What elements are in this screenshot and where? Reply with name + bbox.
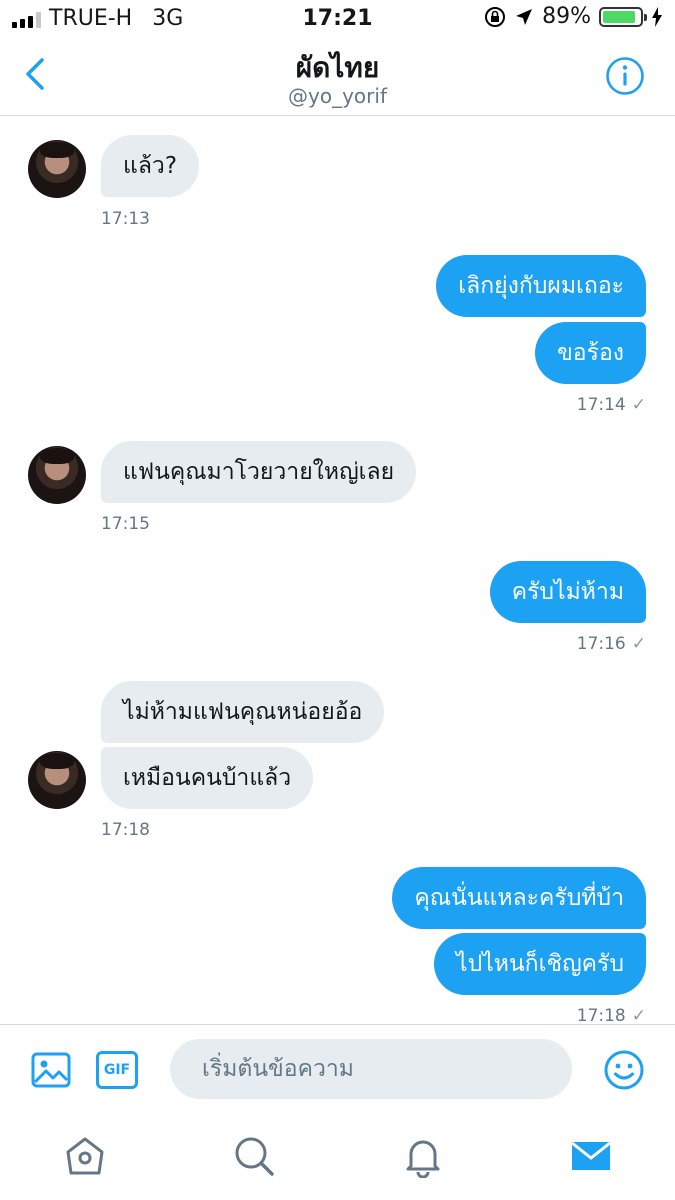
outgoing-message[interactable]: เลิกยุ่งกับผมเถอะ	[436, 255, 646, 317]
message-composer: GIF	[0, 1024, 675, 1114]
battery-icon	[599, 6, 647, 27]
avatar[interactable]	[28, 140, 86, 198]
conversation-handle[interactable]: @yo_yorif	[0, 84, 675, 108]
message-timestamp: 17:18	[101, 820, 150, 840]
avatar[interactable]	[28, 751, 86, 809]
timestamp-text: 17:18	[576, 1006, 626, 1024]
battery-fill	[603, 10, 636, 23]
message-timestamp: 17:15	[101, 514, 150, 534]
read-check-icon: ✓	[631, 1006, 646, 1024]
outgoing-message[interactable]: ครับไม่ห้าม	[489, 561, 646, 623]
message-timestamp: 17:16 ✓	[577, 634, 646, 654]
home-icon[interactable]	[63, 1134, 107, 1178]
message-timestamp: 17:18 ✓	[577, 1006, 646, 1024]
incoming-message[interactable]: ไม่ห้ามแฟนคุณหน่อยอ้อ	[101, 681, 385, 743]
incoming-message[interactable]: แฟนคุณมาโวยวายใหญ่เลย	[101, 441, 417, 503]
notifications-bell-icon[interactable]	[401, 1134, 445, 1178]
read-check-icon: ✓	[631, 395, 646, 415]
outgoing-message[interactable]: คุณนั่นแหละครับที่บ้า	[392, 867, 646, 929]
timestamp-text: 17:16	[576, 634, 626, 654]
battery-percent: 89%	[542, 4, 591, 29]
outgoing-message[interactable]: ขอร้อง	[535, 322, 646, 384]
conversation-header: ผัดไทย @yo_yorif	[0, 38, 675, 116]
image-icon[interactable]	[30, 1049, 72, 1091]
messages-envelope-icon[interactable]	[569, 1134, 613, 1178]
incoming-message[interactable]: แล้ว?	[101, 135, 200, 197]
outgoing-message[interactable]: ไปไหนก็เชิญครับ	[434, 933, 646, 995]
gif-button[interactable]: GIF	[96, 1051, 138, 1089]
message-input[interactable]	[170, 1039, 572, 1099]
timestamp-text: 17:14	[576, 395, 626, 415]
search-icon[interactable]	[232, 1134, 276, 1178]
orientation-lock-icon	[485, 6, 506, 27]
charging-bolt-icon	[652, 6, 662, 27]
avatar[interactable]	[28, 446, 86, 504]
status-bar: TRUE-H 3G 17:21 89%	[0, 0, 675, 38]
message-thread[interactable]: แล้ว? 17:13 เลิกยุ่งกับผมเถอะ ขอร้อง 17:…	[0, 117, 675, 1024]
read-check-icon: ✓	[631, 634, 646, 654]
incoming-message[interactable]: เหมือนคนบ้าแล้ว	[101, 747, 314, 809]
message-timestamp: 17:13	[101, 209, 150, 229]
tab-bar	[0, 1114, 675, 1200]
info-icon[interactable]	[605, 56, 645, 96]
message-timestamp: 17:14 ✓	[577, 395, 646, 415]
location-arrow-icon	[516, 8, 533, 25]
status-right: 89%	[484, 4, 663, 29]
emoji-icon[interactable]	[603, 1049, 645, 1091]
